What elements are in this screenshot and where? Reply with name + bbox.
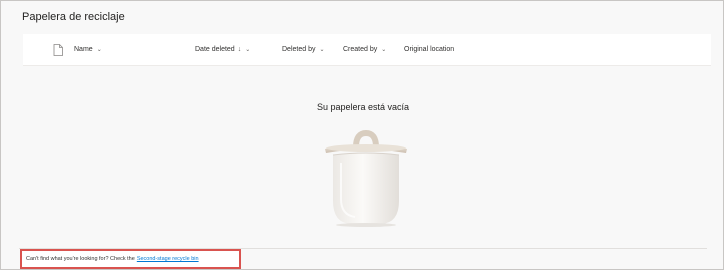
file-icon[interactable] [53,43,63,56]
column-label-original-location: Original location [404,46,455,53]
recycle-bin-illustration [319,129,413,227]
sort-down-arrow-icon: ↓ [237,46,242,53]
column-label-date-deleted: Date deleted [195,46,235,53]
column-label-name: Name [74,46,93,53]
column-header-original-location[interactable]: Original location [404,34,454,65]
recycle-bin-page: Papelera de reciclaje Name ⌄ Date delete… [0,0,724,270]
chevron-down-icon: ⌄ [96,47,102,53]
table-header: Name ⌄ Date deleted ↓ ⌄ Deleted by ⌄ Cre… [23,34,711,66]
footer-text: Can't find what you're looking for? Chec… [26,256,135,262]
page-title: Papelera de reciclaje [22,11,125,23]
column-header-deleted-by[interactable]: Deleted by ⌄ [282,34,325,65]
chevron-down-icon: ⌄ [319,47,325,53]
empty-state-message: Su papelera está vacía [316,102,410,112]
column-header-date-deleted[interactable]: Date deleted ↓ ⌄ [195,34,250,65]
column-label-created-by: Created by [343,46,378,53]
column-header-name[interactable]: Name ⌄ [74,34,102,65]
chevron-down-icon: ⌄ [245,47,251,53]
column-header-created-by[interactable]: Created by ⌄ [343,34,386,65]
column-label-deleted-by: Deleted by [282,46,316,53]
chevron-down-icon: ⌄ [381,47,387,53]
footer-hint: Can't find what you're looking for? Chec… [20,249,241,269]
second-stage-recycle-bin-link[interactable]: Second-stage recycle bin [137,256,199,262]
